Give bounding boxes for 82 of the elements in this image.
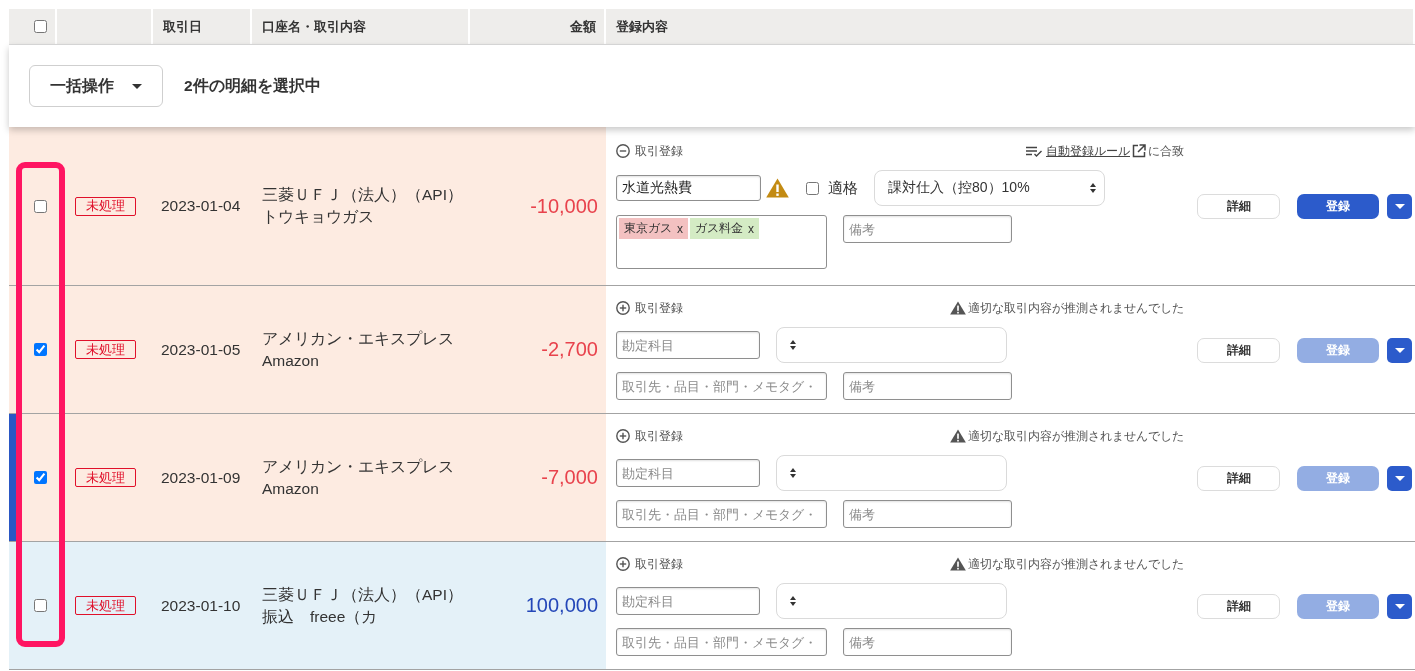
updown-icon [1090, 183, 1096, 193]
memo-field[interactable]: 備考 [843, 500, 1012, 528]
entry-toggle-button[interactable]: 取引登録 [616, 555, 683, 573]
status-badge: 未処理 [75, 468, 136, 488]
account-field[interactable]: 勘定科目 [616, 331, 760, 359]
column-header: 登録内容 [616, 17, 668, 36]
account-field[interactable]: 勘定科目 [616, 587, 760, 615]
tags-field[interactable]: 取引先・品目・部門・メモタグ・ [616, 500, 827, 528]
transaction-date: 2023-01-09 [160, 468, 242, 487]
warning-icon [950, 301, 966, 315]
tag-label: 東京ガス [624, 220, 672, 237]
external-link-icon [1132, 144, 1146, 158]
caret-icon [132, 83, 142, 89]
register-button[interactable]: 登録 [1297, 194, 1379, 219]
transaction-description: 振込 freee（カ [262, 606, 379, 627]
qualified-label: 適格 [828, 178, 858, 198]
row-checkbox[interactable] [34, 199, 47, 213]
status-badge: 未処理 [75, 596, 136, 616]
tag-remove-button[interactable]: x [748, 221, 754, 236]
tag-remove-button[interactable]: x [677, 221, 683, 236]
tags-field[interactable]: 東京ガス x ガス料金 x [616, 215, 827, 269]
dropdown-button[interactable] [1387, 194, 1412, 219]
list-check-icon [1026, 145, 1042, 157]
tax-category-select[interactable]: 課対仕入（控80）10% [874, 170, 1105, 206]
account-name: アメリカン・エキスプレス [262, 328, 455, 349]
notice-text: に合致 [1148, 142, 1184, 160]
detail-button[interactable]: 詳細 [1197, 466, 1280, 491]
detail-button[interactable]: 詳細 [1197, 594, 1280, 619]
transaction-date: 2023-01-10 [160, 596, 242, 615]
account-field[interactable]: 水道光熱費 [616, 175, 761, 201]
account-field[interactable]: 勘定科目 [616, 459, 760, 487]
caret-icon [1394, 348, 1405, 353]
memo-field[interactable]: 備考 [843, 372, 1012, 400]
transaction-date: 2023-01-04 [160, 197, 242, 215]
transaction-description: トウキョウガス [262, 207, 375, 227]
row-checkbox[interactable] [34, 471, 47, 484]
account-name: 三菱ＵＦＪ（法人）（API） [262, 185, 464, 205]
caret-icon [1394, 604, 1405, 609]
tag-label: ガス料金 [695, 220, 743, 237]
account-name: 三菱ＵＦＪ（法人）（API） [262, 584, 464, 605]
transaction-description: Amazon [262, 350, 320, 371]
notice-text: 適切な取引内容が推測されませんでした [968, 555, 1184, 573]
dropdown-button[interactable] [1387, 338, 1412, 363]
account-name: アメリカン・エキスプレス [262, 456, 455, 477]
amount-value: -10,000 [530, 194, 598, 218]
updown-icon [790, 340, 796, 350]
dropdown-button[interactable] [1387, 594, 1412, 619]
amount-value: -2,700 [541, 338, 598, 361]
row-checkbox[interactable] [34, 343, 47, 356]
caret-icon [1394, 204, 1405, 209]
transaction-description: Amazon [262, 478, 320, 499]
entry-toggle-button[interactable]: 取引登録 [616, 299, 683, 317]
entry-toggle-button[interactable]: 取引登録 [616, 427, 683, 445]
row-checkbox[interactable] [34, 599, 47, 612]
status-badge: 未処理 [75, 196, 136, 216]
updown-icon [790, 596, 796, 606]
tags-field[interactable]: 取引先・品目・部門・メモタグ・ [616, 372, 827, 400]
detail-button[interactable]: 詳細 [1197, 194, 1280, 219]
selection-summary: 2件の明細を選択中 [184, 75, 321, 96]
column-header: 取引日 [163, 17, 202, 36]
auto-rule-link[interactable]: 自動登録ルール [1046, 142, 1130, 160]
warning-icon [950, 557, 966, 571]
column-header: 金額 [570, 17, 596, 36]
status-badge: 未処理 [75, 340, 136, 360]
notice-text: 適切な取引内容が推測されませんでした [968, 299, 1184, 317]
transaction-date: 2023-01-05 [160, 340, 242, 359]
tags-field[interactable]: 取引先・品目・部門・メモタグ・ [616, 628, 827, 656]
memo-field[interactable]: 備考 [843, 215, 1012, 243]
select-all-checkbox[interactable] [34, 20, 47, 33]
detail-button[interactable]: 詳細 [1197, 338, 1280, 363]
amount-value: 100,000 [525, 594, 598, 617]
bulk-action-button[interactable]: 一括操作 [29, 65, 163, 107]
entry-toggle-button[interactable]: 取引登録 [616, 142, 683, 160]
qualified-checkbox[interactable] [806, 181, 819, 195]
amount-value: -7,000 [541, 466, 598, 489]
caret-icon [1394, 476, 1405, 481]
dropdown-button[interactable] [1387, 466, 1412, 491]
memo-field[interactable]: 備考 [843, 628, 1012, 656]
notice-text: 適切な取引内容が推測されませんでした [968, 427, 1184, 445]
column-header: 口座名・取引内容 [262, 17, 366, 36]
updown-icon [790, 468, 796, 478]
warning-icon [950, 429, 966, 443]
